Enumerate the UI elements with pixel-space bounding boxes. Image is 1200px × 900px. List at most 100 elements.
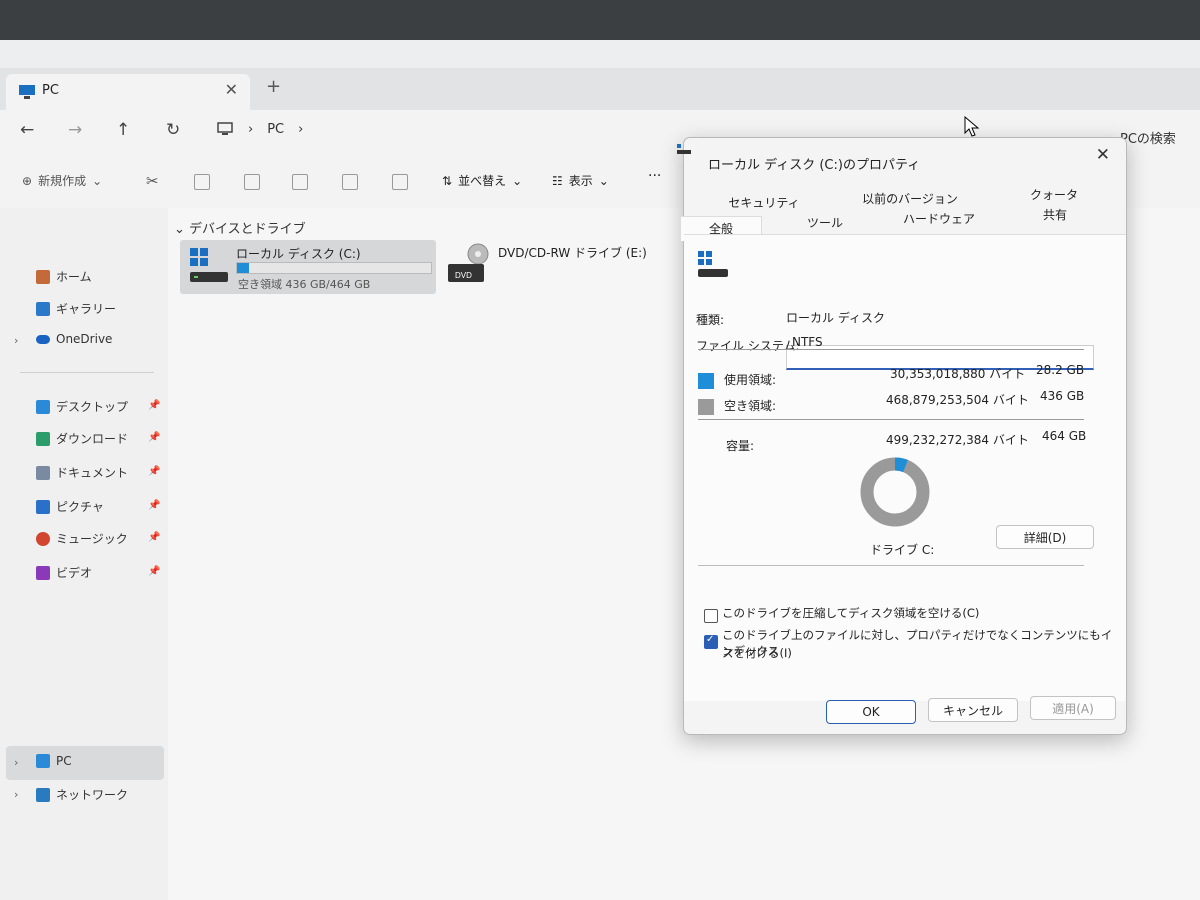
chevron-right-icon[interactable]: › — [14, 334, 18, 347]
type-label: 種類: — [696, 313, 725, 327]
sidebar-item-label: ビデオ — [56, 566, 93, 580]
chevron-down-icon: ⌄ — [92, 173, 103, 188]
new-tab-button[interactable]: + — [266, 76, 281, 97]
tab-quota[interactable]: クォータ — [994, 186, 1114, 203]
drive-c-usage-fill — [237, 263, 249, 273]
pin-icon[interactable]: 📌 — [148, 466, 160, 477]
filesystem-label: ファイル システム: — [696, 339, 800, 353]
search-input[interactable]: PCの検索 — [1120, 128, 1176, 147]
chevron-down-icon: ⌄ — [512, 173, 523, 188]
copy-icon[interactable] — [194, 174, 210, 190]
forward-arrow-icon[interactable]: → — [68, 120, 82, 140]
divider — [698, 349, 1084, 350]
tab-tools[interactable]: ツール — [780, 214, 870, 231]
sidebar-item-label: ミュージック — [56, 532, 128, 546]
cloud-icon — [36, 334, 50, 344]
sidebar-item-label: OneDrive — [56, 332, 113, 346]
navigation-pane: ホーム ギャラリー › OneDrive デスクトップ 📌 ダウンロード 📌 ド… — [0, 208, 168, 900]
cut-icon[interactable]: ✂ — [146, 172, 159, 190]
sidebar-item-label: ギャラリー — [56, 302, 117, 316]
pin-icon[interactable]: 📌 — [148, 400, 160, 411]
paste-icon[interactable] — [244, 174, 260, 190]
share-icon[interactable] — [342, 174, 358, 190]
sidebar-item-home[interactable]: ホーム — [36, 268, 92, 285]
plus-circle-icon: ⊕ — [22, 173, 33, 188]
pin-icon[interactable]: 📌 — [148, 432, 160, 443]
drive-e-name: DVD/CD-RW ドライブ (E:) — [498, 246, 647, 260]
tab-title: PC — [42, 83, 59, 98]
section-header[interactable]: ⌄ デバイスとドライブ — [174, 218, 306, 237]
dialog-title: ローカル ディスク (C:)のプロパティ — [708, 158, 921, 173]
screen: PC ✕ + ← → ↑ ↻ › PC › PCの検索 ⊕ 新規作成 ⌄ ✂ ⇅… — [0, 40, 1200, 900]
pin-icon[interactable]: 📌 — [148, 532, 160, 543]
sidebar-item-gallery[interactable]: ギャラリー — [36, 300, 116, 317]
sidebar-item-music[interactable]: ミュージック — [36, 530, 128, 547]
details-button[interactable]: 詳細(D) — [996, 525, 1094, 549]
pin-icon[interactable]: 📌 — [148, 500, 160, 511]
sidebar-item-desktop[interactable]: デスクトップ — [36, 398, 128, 415]
type-value: ローカル ディスク — [786, 311, 885, 325]
breadcrumb-item-pc[interactable]: PC — [267, 122, 284, 137]
pin-icon[interactable]: 📌 — [148, 566, 160, 577]
tab-security[interactable]: セキュリティ — [704, 194, 824, 211]
sidebar-selection — [6, 746, 164, 780]
refresh-icon[interactable]: ↻ — [166, 120, 180, 140]
tab-pc[interactable]: PC ✕ — [6, 74, 250, 110]
more-options-button[interactable]: ··· — [648, 168, 661, 184]
drive-tile-e[interactable]: DVD DVD/CD-RW ドライブ (E:) — [446, 238, 666, 290]
tab-sharing[interactable]: 共有 — [1000, 206, 1110, 223]
sidebar-item-downloads[interactable]: ダウンロード — [36, 430, 128, 447]
apply-button[interactable]: 適用(A) — [1030, 696, 1116, 720]
view-button[interactable]: ☷ 表示 ⌄ — [552, 172, 609, 189]
index-checkbox[interactable] — [704, 634, 718, 649]
tab-previous-versions[interactable]: 以前のバージョン — [830, 190, 990, 207]
delete-icon[interactable] — [392, 174, 408, 190]
compress-checkbox[interactable] — [704, 609, 718, 623]
computer-icon[interactable] — [216, 121, 234, 137]
tab-close-button[interactable]: ✕ — [225, 80, 238, 99]
chevron-right-icon[interactable]: › — [248, 122, 253, 137]
rename-icon[interactable] — [292, 174, 308, 190]
tab-hardware[interactable]: ハードウェア — [884, 210, 994, 227]
back-arrow-icon[interactable]: ← — [20, 120, 34, 140]
pictures-icon — [36, 499, 50, 514]
sidebar-item-videos[interactable]: ビデオ — [36, 564, 92, 581]
sidebar-item-network[interactable]: ネットワーク — [36, 786, 128, 803]
sidebar-item-pictures[interactable]: ピクチャ — [36, 498, 104, 515]
sort-icon: ⇅ — [442, 173, 453, 188]
free-label: 空き領域: — [724, 399, 777, 413]
document-icon — [36, 465, 50, 480]
drive-tile-c[interactable]: ローカル ディスク (C:) 空き領域 436 GB/464 GB — [180, 240, 436, 294]
view-icon: ☷ — [552, 173, 563, 188]
video-icon — [36, 565, 50, 580]
chevron-right-icon[interactable]: › — [14, 788, 18, 801]
music-icon — [36, 531, 50, 546]
sidebar-divider — [20, 372, 154, 373]
chevron-right-icon[interactable]: › — [14, 756, 18, 769]
used-gb: 28.2 GB — [1036, 363, 1085, 377]
tab-panel-general: 種類: ローカル ディスク ファイル システム: NTFS 使用領域: 30,3… — [684, 234, 1126, 701]
sidebar-item-label: ドキュメント — [56, 466, 129, 480]
sidebar-item-pc[interactable]: PC — [36, 754, 72, 768]
free-space-swatch — [698, 399, 714, 415]
chevron-right-icon[interactable]: › — [298, 122, 303, 137]
donut-free-segment — [860, 457, 930, 527]
cancel-button[interactable]: キャンセル — [928, 698, 1018, 722]
divider — [698, 565, 1084, 566]
drive-c-name: ローカル ディスク (C:) — [236, 247, 361, 261]
close-icon[interactable]: ✕ — [1096, 145, 1110, 165]
new-button[interactable]: ⊕ 新規作成 ⌄ — [22, 172, 102, 189]
index-label-line2: スを付ける(I) — [722, 646, 792, 660]
up-arrow-icon[interactable]: ↑ — [116, 120, 130, 140]
capacity-label: 容量: — [726, 439, 755, 453]
chevron-down-icon: ⌄ — [174, 222, 185, 237]
sidebar-item-documents[interactable]: ドキュメント — [36, 464, 128, 481]
sort-button[interactable]: ⇅ 並べ替え ⌄ — [442, 172, 522, 189]
drive-c-space: 空き領域 436 GB/464 GB — [238, 278, 371, 291]
properties-dialog: ローカル ディスク (C:)のプロパティ ✕ セキュリティ 以前のバージョン ク… — [677, 137, 1127, 735]
dvd-icon-label: DVD — [455, 271, 472, 280]
drive-icon — [677, 144, 691, 154]
sidebar-item-onedrive[interactable]: OneDrive — [36, 332, 112, 346]
ok-button[interactable]: OK — [826, 700, 916, 724]
sort-button-label: 並べ替え — [458, 174, 507, 188]
